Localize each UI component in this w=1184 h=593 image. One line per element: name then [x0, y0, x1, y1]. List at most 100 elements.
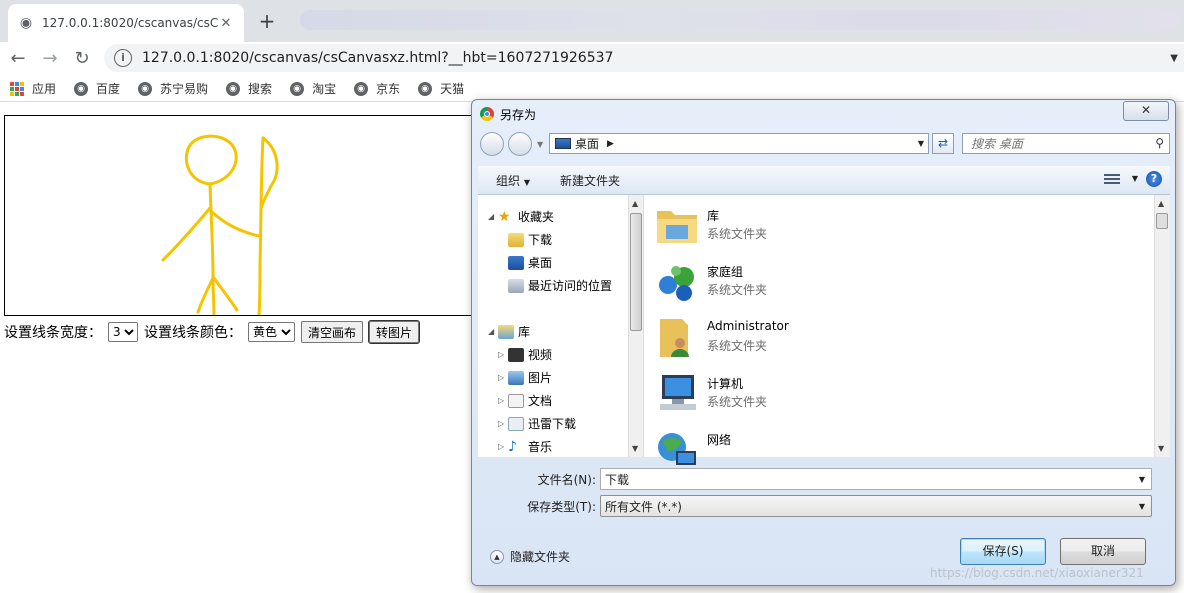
- apps-grid-icon: [10, 81, 24, 96]
- organize-button[interactable]: 组织 ▼: [496, 172, 530, 189]
- bookmark-label: 淘宝: [312, 82, 337, 96]
- path-dropdown-icon[interactable]: ▼: [918, 139, 924, 148]
- browser-tab[interactable]: ◉ 127.0.0.1:8020/cscanvas/csCanvasxz.htm…: [8, 4, 244, 42]
- clear-canvas-button[interactable]: 清空画布: [301, 321, 364, 343]
- nav-item-music[interactable]: ▷ ♪ 音乐: [498, 438, 552, 455]
- cancel-button[interactable]: 取消: [1060, 538, 1146, 565]
- forward-icon[interactable]: [508, 132, 532, 156]
- line-color-select[interactable]: 黄色: [248, 322, 295, 342]
- collapsed-triangle-icon[interactable]: ▷: [498, 442, 508, 451]
- head-stroke: [184, 134, 238, 186]
- bookmark-taobao[interactable]: ◉ 淘宝: [290, 80, 336, 97]
- navigation-pane: ◢ ★ 收藏夹 下载 桌面 最近访问的位置 ◢ 库 ▷ 视频 ▷ 图片 ▷ 文档…: [478, 195, 628, 457]
- filename-input[interactable]: 下载 ▼: [600, 468, 1152, 490]
- file-item-administrator[interactable]: Administrator 系统文件夹: [654, 313, 954, 363]
- search-input[interactable]: [969, 134, 1143, 153]
- new-folder-button[interactable]: 新建文件夹: [560, 172, 620, 189]
- view-dropdown-icon[interactable]: ▼: [1132, 174, 1138, 183]
- nav-item-thunder[interactable]: ▷ 迅雷下载: [498, 415, 576, 432]
- bookmark-jd[interactable]: ◉ 京东: [354, 80, 400, 97]
- filetype-row: 保存类型(T): 所有文件 (*.*) ▼: [478, 495, 1152, 517]
- save-button[interactable]: 保存(S): [960, 538, 1046, 565]
- nav-label: 文档: [528, 394, 553, 408]
- filetype-select[interactable]: 所有文件 (*.*) ▼: [600, 495, 1152, 517]
- file-item-library[interactable]: 库 系统文件夹: [654, 201, 954, 251]
- reload-icon[interactable]: ↻: [70, 47, 94, 71]
- scroll-thumb[interactable]: [1156, 213, 1168, 229]
- scroll-up-icon[interactable]: ▲: [632, 199, 638, 208]
- nav-item-libraries[interactable]: ◢ 库: [488, 323, 530, 340]
- filetype-dropdown-icon[interactable]: ▼: [1139, 502, 1145, 511]
- nav-scrollbar[interactable]: ▲ ▼: [628, 195, 644, 457]
- history-dropdown-icon[interactable]: ▼: [537, 140, 543, 149]
- nav-item-desktop[interactable]: 桌面: [508, 254, 552, 271]
- nav-item-documents[interactable]: ▷ 文档: [498, 392, 552, 409]
- drawing-controls: 设置线条宽度： 3 设置线条颜色： 黄色 清空画布 转图片: [4, 320, 425, 344]
- collapsed-triangle-icon[interactable]: ▷: [498, 396, 508, 405]
- bookmark-search[interactable]: ◉ 搜索: [226, 80, 272, 97]
- close-tab-icon[interactable]: ✕: [218, 16, 234, 31]
- search-box[interactable]: ⚲: [962, 133, 1170, 154]
- stick-figure-drawing: [161, 134, 279, 317]
- back-forward-buttons: ▼: [480, 132, 543, 156]
- nav-item-downloads[interactable]: 下载: [508, 231, 552, 248]
- file-scrollbar[interactable]: ▲ ▼: [1154, 195, 1170, 457]
- library-folder-icon: [657, 211, 697, 243]
- collapsed-triangle-icon[interactable]: ▷: [498, 350, 508, 359]
- expand-triangle-icon[interactable]: ◢: [488, 212, 498, 221]
- drawing-canvas[interactable]: [4, 115, 474, 317]
- address-bar[interactable]: i 127.0.0.1:8020/cscanvas/csCanvasxz.htm…: [104, 44, 1184, 72]
- back-icon[interactable]: [480, 132, 504, 156]
- close-button[interactable]: ✕: [1123, 101, 1169, 121]
- nav-item-recent[interactable]: 最近访问的位置: [508, 277, 612, 294]
- collapsed-triangle-icon[interactable]: ▷: [498, 373, 508, 382]
- scroll-thumb[interactable]: [630, 213, 642, 331]
- convert-image-button[interactable]: 转图片: [368, 320, 421, 344]
- globe-icon: ◉: [226, 81, 241, 96]
- expand-triangle-icon[interactable]: ◢: [488, 327, 498, 336]
- right-arm-stroke: [210, 210, 261, 238]
- bookmark-suning[interactable]: ◉ 苏宁易购: [138, 80, 208, 97]
- scroll-down-icon[interactable]: ▼: [632, 444, 638, 453]
- forward-arrow-icon[interactable]: →: [38, 47, 62, 71]
- right-leg-stroke: [212, 276, 239, 312]
- nav-label: 图片: [528, 371, 553, 385]
- path-breadcrumb[interactable]: 桌面 ▶ ▼: [549, 133, 929, 154]
- file-item-homegroup[interactable]: 家庭组 系统文件夹: [654, 257, 954, 307]
- chevron-right-icon[interactable]: ▶: [607, 139, 614, 149]
- back-arrow-icon[interactable]: ←: [6, 47, 30, 71]
- change-view-icon[interactable]: [1104, 172, 1120, 186]
- help-icon[interactable]: ?: [1146, 171, 1162, 187]
- scroll-up-icon[interactable]: ▲: [1158, 199, 1164, 208]
- desktop-icon: [555, 138, 571, 149]
- tab-title: 127.0.0.1:8020/cscanvas/csCanvasxz.html?…: [42, 16, 218, 30]
- star-icon: ★: [498, 208, 511, 225]
- globe-icon: ◉: [418, 81, 433, 96]
- bookmark-tmall[interactable]: ◉ 天猫: [418, 80, 464, 97]
- nav-item-favorites[interactable]: ◢ ★ 收藏夹: [488, 208, 554, 225]
- line-width-select[interactable]: 3: [108, 322, 138, 342]
- refresh-button[interactable]: ⇄: [932, 133, 954, 154]
- info-icon[interactable]: i: [114, 49, 132, 67]
- scroll-down-icon[interactable]: ▼: [1158, 444, 1164, 453]
- dialog-titlebar: 另存为 ✕: [472, 100, 1175, 128]
- search-icon[interactable]: ⚲: [1155, 136, 1164, 150]
- file-item-computer[interactable]: 计算机 系统文件夹: [654, 369, 954, 419]
- nav-label: 桌面: [528, 256, 553, 270]
- nav-label: 下载: [528, 233, 553, 247]
- url-text: 127.0.0.1:8020/cscanvas/csCanvasxz.html?…: [142, 50, 614, 66]
- collapsed-triangle-icon[interactable]: ▷: [498, 419, 508, 428]
- nav-item-pictures[interactable]: ▷ 图片: [498, 369, 552, 386]
- new-tab-button[interactable]: +: [254, 8, 280, 34]
- dialog-body: ◢ ★ 收藏夹 下载 桌面 最近访问的位置 ◢ 库 ▷ 视频 ▷ 图片 ▷ 文档…: [478, 195, 1170, 465]
- bookmark-apps[interactable]: 应用: [10, 80, 56, 97]
- downloads-folder-icon: [508, 232, 524, 247]
- collapse-up-icon: ▲: [490, 549, 504, 564]
- bookmark-label: 苏宁易购: [160, 82, 209, 96]
- hide-folders-toggle[interactable]: ▲ 隐藏文件夹: [490, 548, 570, 565]
- filename-dropdown-icon[interactable]: ▼: [1139, 475, 1145, 484]
- left-arm-stroke: [161, 206, 212, 262]
- nav-item-videos[interactable]: ▷ 视频: [498, 346, 552, 363]
- dialog-address-row: ▼ 桌面 ▶ ▼ ⇄ ⚲: [480, 130, 1170, 156]
- bookmark-baidu[interactable]: ◉ 百度: [74, 80, 120, 97]
